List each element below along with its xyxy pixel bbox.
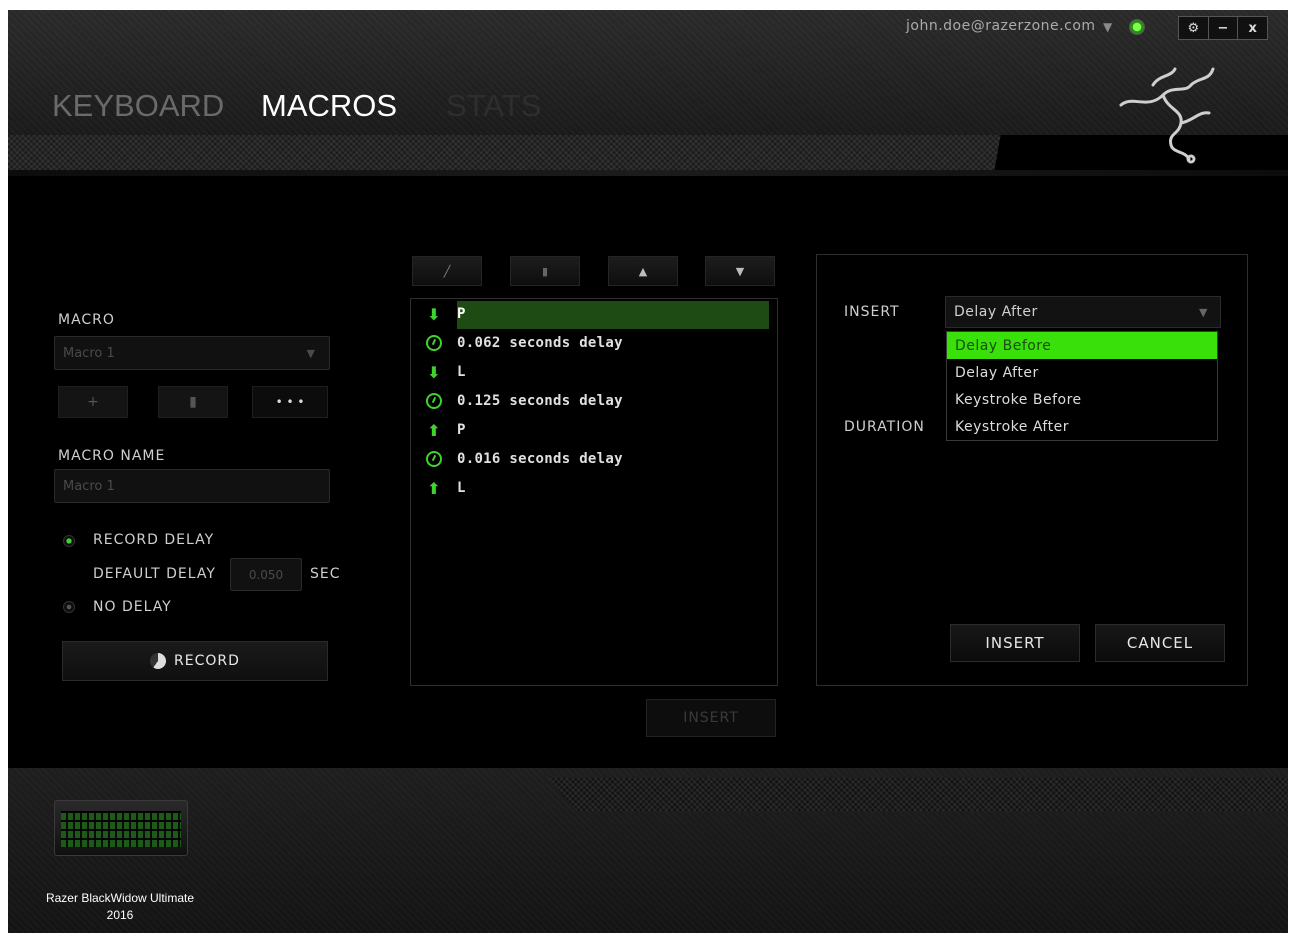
record-delay-label: RECORD DELAY [93,532,215,548]
list-item[interactable]: ⬆ P [419,417,763,443]
list-item[interactable]: ⬆ L [419,475,763,501]
razer-logo-icon [1119,67,1215,164]
chevron-down-icon: ▼ [306,346,315,360]
clock-icon [419,451,449,467]
device-name-line2: 2016 [106,908,134,922]
list-item-text: P [457,306,466,322]
trash-icon: ▮ [541,264,549,278]
list-item[interactable]: ⬇ P [419,301,769,329]
key-down-arrow-icon: ⬇ [427,304,441,324]
device-keyboard-image[interactable] [54,800,188,856]
clock-icon [419,335,449,351]
add-macro-button[interactable]: + [58,386,128,418]
list-item-text: L [457,364,466,380]
key-up-arrow-icon: ⬆ [427,420,441,440]
keyboard-keys [61,811,181,847]
account-dropdown-icon[interactable]: ▼ [1103,20,1112,34]
delete-item-button[interactable]: ▮ [510,256,580,286]
list-insert-button[interactable]: INSERT [646,699,776,737]
insert-label: INSERT [844,304,900,320]
default-delay-input[interactable]: 0.050 [230,558,302,591]
delete-macro-button[interactable]: ▮ [158,386,228,418]
macro-select-value: Macro 1 [63,345,115,361]
list-item-text: L [457,480,466,496]
chevron-down-icon: ▼ [1199,306,1208,319]
no-delay-label: NO DELAY [93,599,172,615]
more-options-button[interactable]: • • • [252,386,328,418]
key-up-arrow-icon: ⬆ [427,478,441,498]
settings-icon[interactable]: ⚙ [1179,17,1209,39]
list-item-text: 0.125 seconds delay [457,393,623,409]
footer-pattern-band [548,778,1288,812]
record-button[interactable]: RECORD [62,641,328,681]
header-divider [8,170,1288,176]
macro-events-list[interactable]: ⬇ P 0.062 seconds delay ⬇ L 0.125 second… [410,298,778,686]
dropdown-option-delay-before[interactable]: Delay Before [947,332,1217,359]
clock-icon [419,393,449,409]
macro-name-label: MACRO NAME [58,448,166,464]
pencil-icon: ╱ [443,264,451,278]
insert-type-dropdown: Delay Before Delay After Keystroke Befor… [946,331,1218,441]
default-delay-label: DEFAULT DELAY [93,566,216,582]
insert-button[interactable]: INSERT [950,624,1080,662]
dropdown-option-keystroke-after[interactable]: Keystroke After [947,413,1217,440]
list-item[interactable]: 0.016 seconds delay [419,446,763,472]
move-down-button[interactable]: ▼ [705,256,775,286]
window-controls: ⚙ − x [1178,16,1268,40]
list-item-text: 0.016 seconds delay [457,451,623,467]
record-delay-radio[interactable] [63,535,75,547]
tab-macros[interactable]: MACROS [261,88,397,124]
insert-type-value: Delay After [954,304,1038,320]
device-name: Razer BlackWidow Ultimate 2016 [28,890,212,924]
tab-keyboard[interactable]: KEYBOARD [52,88,224,124]
move-up-button[interactable]: ▲ [608,256,678,286]
up-arrow-icon: ▲ [638,264,648,278]
macro-name-input[interactable]: Macro 1 [54,469,330,503]
insert-type-select[interactable]: Delay After ▼ [945,296,1221,328]
no-delay-radio[interactable] [63,601,75,613]
selection-highlight [457,301,769,329]
online-status-icon [1129,19,1145,35]
device-name-line1: Razer BlackWidow Ultimate [45,891,195,905]
cancel-button[interactable]: CANCEL [1095,624,1225,662]
macro-select[interactable]: Macro 1 ▼ [54,336,330,370]
key-down-arrow-icon: ⬇ [427,362,441,382]
list-item-text: P [457,422,466,438]
down-arrow-icon: ▼ [735,264,745,278]
list-item-text: 0.062 seconds delay [457,335,623,351]
close-button[interactable]: x [1238,17,1267,39]
tab-stats[interactable]: STATS [446,88,541,124]
razer-synapse-window: KEYBOARD MACROS STATS john.doe@razerzone… [8,10,1288,933]
duration-label: DURATION [844,419,925,435]
account-email[interactable]: john.doe@razerzone.com [906,18,1096,34]
dropdown-option-delay-after[interactable]: Delay After [947,359,1217,386]
record-icon [150,653,167,669]
dropdown-option-keystroke-before[interactable]: Keystroke Before [947,386,1217,413]
sec-label: SEC [310,566,341,582]
macro-label: MACRO [58,312,115,328]
record-button-label: RECORD [174,653,240,669]
list-item[interactable]: 0.125 seconds delay [419,388,763,414]
minimize-button[interactable]: − [1209,17,1239,39]
list-item[interactable]: 0.062 seconds delay [419,330,763,356]
edit-item-button[interactable]: ╱ [412,256,482,286]
list-item[interactable]: ⬇ L [419,359,763,385]
